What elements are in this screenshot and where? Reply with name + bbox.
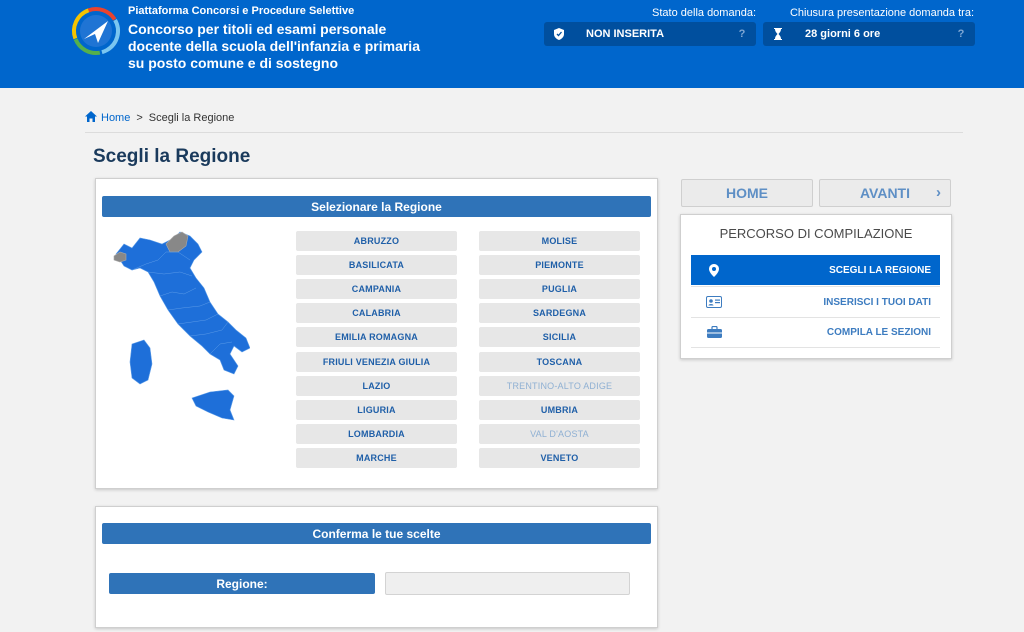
platform-subtitle: Piattaforma Concorsi e Procedure Seletti… — [128, 5, 355, 17]
region-button-sicilia[interactable]: SICILIA — [479, 327, 640, 347]
region-button-trentino-alto-adige: TRENTINO-ALTO ADIGE — [479, 376, 640, 396]
region-button-lazio[interactable]: LAZIO — [296, 376, 457, 396]
region-button-liguria[interactable]: LIGURIA — [296, 400, 457, 420]
step-choose-region[interactable]: SCEGLI LA REGIONE — [691, 255, 940, 285]
region-label: Regione: — [109, 573, 375, 594]
status-box: NON INSERITA ? — [544, 22, 756, 46]
region-button-basilicata[interactable]: BASILICATA — [296, 255, 457, 275]
region-button-molise[interactable]: MOLISE — [479, 231, 640, 251]
next-button-label: AVANTI — [859, 185, 911, 201]
step-divider — [691, 347, 940, 348]
deadline-box: 28 giorni 6 ore ? — [763, 22, 975, 46]
platform-logo-icon — [72, 6, 120, 55]
italy-map[interactable] — [110, 230, 250, 425]
region-button-emilia-romagna[interactable]: EMILIA ROMAGNA — [296, 327, 457, 347]
region-button-campania[interactable]: CAMPANIA — [296, 279, 457, 299]
map-sicilia[interactable] — [191, 389, 235, 421]
confirm-panel-header: Conferma le tue scelte — [102, 523, 651, 544]
step-insert-data[interactable]: INSERISCI I TUOI DATI — [691, 287, 940, 317]
region-button-calabria[interactable]: CALABRIA — [296, 303, 457, 323]
step-label: COMPILA LE SEZIONI — [826, 326, 931, 338]
divider — [85, 132, 963, 133]
app-header: Piattaforma Concorsi e Procedure Seletti… — [0, 0, 1024, 88]
region-panel-header: Selezionare la Regione — [102, 196, 651, 217]
hourglass-icon — [773, 28, 797, 40]
region-button-veneto[interactable]: VENETO — [479, 448, 640, 468]
region-button-val-d-aosta: VAL D'AOSTA — [479, 424, 640, 444]
status-help-button[interactable]: ? — [732, 28, 752, 40]
step-label: INSERISCI I TUOI DATI — [823, 296, 931, 308]
home-button[interactable]: HOME — [681, 179, 813, 207]
status-value: NON INSERITA — [586, 28, 665, 40]
map-sardegna[interactable] — [129, 339, 153, 385]
region-button-lombardia[interactable]: LOMBARDIA — [296, 424, 457, 444]
selected-region-field — [385, 572, 630, 595]
page-title: Scegli la Regione — [93, 146, 251, 167]
breadcrumb-separator: > — [136, 112, 143, 124]
step-fill-sections[interactable]: COMPILA LE SEZIONI — [691, 317, 940, 347]
breadcrumb-current: Scegli la Regione — [148, 112, 235, 124]
chevron-right-icon: › — [936, 184, 941, 201]
status-label: Stato della domanda: — [652, 7, 756, 19]
deadline-label: Chiusura presentazione domanda tra: — [789, 7, 974, 19]
map-valle-d-aosta — [113, 251, 127, 263]
region-button-sardegna[interactable]: SARDEGNA — [479, 303, 640, 323]
deadline-value: 28 giorni 6 ore — [805, 28, 881, 40]
breadcrumb: Home > Scegli la Regione — [85, 110, 234, 126]
home-icon[interactable] — [85, 111, 97, 125]
shield-icon — [554, 28, 578, 40]
map-pin-icon — [703, 263, 725, 277]
step-label: SCEGLI LA REGIONE — [829, 264, 931, 276]
region-button-toscana[interactable]: TOSCANA — [479, 352, 640, 372]
region-button-puglia[interactable]: PUGLIA — [479, 279, 640, 299]
region-button-friuli-venezia-giulia[interactable]: FRIULI VENEZIA GIULIA — [296, 352, 457, 372]
briefcase-icon — [703, 326, 725, 338]
region-button-umbria[interactable]: UMBRIA — [479, 400, 640, 420]
competition-title: Concorso per titoli ed esami personale d… — [128, 21, 420, 71]
next-button[interactable]: AVANTI › — [819, 179, 951, 207]
region-button-abruzzo[interactable]: ABRUZZO — [296, 231, 457, 251]
home-button-label: HOME — [726, 185, 768, 201]
id-card-icon — [703, 296, 725, 308]
region-button-piemonte[interactable]: PIEMONTE — [479, 255, 640, 275]
breadcrumb-home-link[interactable]: Home — [101, 112, 130, 124]
region-button-marche[interactable]: MARCHE — [296, 448, 457, 468]
path-title: PERCORSO DI COMPILAZIONE — [719, 226, 913, 241]
deadline-help-button[interactable]: ? — [951, 28, 971, 40]
